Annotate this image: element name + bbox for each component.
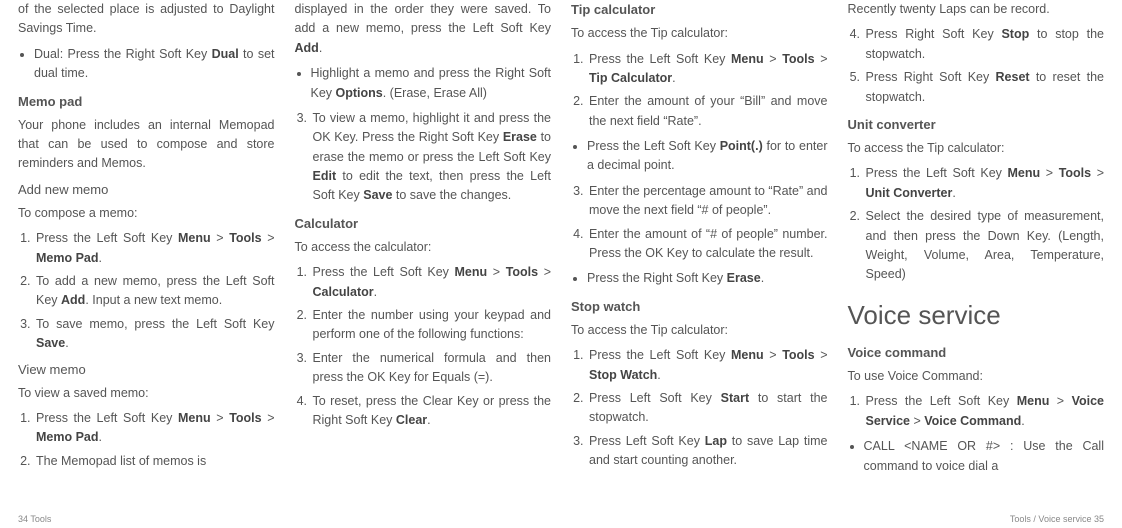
heading-tip-calculator: Tip calculator: [571, 0, 828, 20]
page-number-right: 35: [1094, 514, 1104, 524]
heading-voice-command: Voice command: [848, 343, 1105, 363]
footer-label-left: Tools: [30, 514, 51, 524]
list-item: Enter the percentage amount to “Rate” an…: [587, 182, 828, 221]
heading-voice-service: Voice service: [848, 295, 1105, 335]
list-item: Press the Left Soft Key Menu > Tools > U…: [864, 164, 1105, 203]
list-item: Enter the number using your keypad and p…: [311, 306, 552, 345]
list-item: Highlight a memo and press the Right Sof…: [311, 64, 552, 103]
text-fragment: Recently twenty Laps can be record.: [848, 0, 1105, 19]
list-item: Press the Left Soft Key Menu > Tools > T…: [587, 50, 828, 89]
list-item: To reset, press the Clear Key or press t…: [311, 392, 552, 431]
heading-memo-pad: Memo pad: [18, 92, 275, 112]
paragraph: To access the calculator:: [295, 238, 552, 257]
list-item: Dual: Press the Right Soft Key Dual to s…: [34, 45, 275, 84]
list-item: Select the desired type of measurement, …: [864, 207, 1105, 285]
list-item: To add a new memo, press the Left Soft K…: [34, 272, 275, 311]
paragraph: To access the Tip calculator:: [571, 24, 828, 43]
list-item: The Memopad list of memos is: [34, 452, 275, 471]
page-number-left: 34: [18, 514, 28, 524]
list-item: To save memo, press the Left Soft Key Sa…: [34, 315, 275, 354]
list-item: Press Right Soft Key Reset to reset the …: [864, 68, 1105, 107]
heading-add-memo: Add new memo: [18, 180, 275, 200]
heading-calculator: Calculator: [295, 214, 552, 234]
list-item: Press the Left Soft Key Menu > Tools > M…: [34, 409, 275, 448]
list-item: Press Left Soft Key Lap to save Lap time…: [587, 432, 828, 471]
heading-stop-watch: Stop watch: [571, 297, 828, 317]
footer-left: 34 Tools: [18, 514, 51, 524]
text-fragment: of the selected place is adjusted to Day…: [18, 0, 275, 39]
paragraph: To use Voice Command:: [848, 367, 1105, 386]
text-fragment: displayed in the order they were saved. …: [295, 0, 552, 58]
paragraph: To access the Tip calculator:: [848, 139, 1105, 158]
heading-view-memo: View memo: [18, 360, 275, 380]
column-1: of the selected place is adjusted to Day…: [18, 0, 275, 482]
list-item: Press the Left Soft Key Menu > Tools > C…: [311, 263, 552, 302]
column-4: Recently twenty Laps can be record. Pres…: [848, 0, 1105, 482]
list-item: Enter the numerical formula and then pre…: [311, 349, 552, 388]
heading-unit-converter: Unit converter: [848, 115, 1105, 135]
paragraph: Your phone includes an internal Memopad …: [18, 116, 275, 174]
footer: 34 Tools Tools / Voice service 35: [0, 514, 1122, 524]
page-spread: of the selected place is adjusted to Day…: [0, 0, 1122, 482]
list-item: Press the Left Soft Key Menu > Tools > S…: [587, 346, 828, 385]
list-item: Press the Left Soft Key Menu > Voice Ser…: [864, 392, 1105, 431]
list-item: Press Right Soft Key Stop to stop the st…: [864, 25, 1105, 64]
paragraph: To access the Tip calculator:: [571, 321, 828, 340]
list-item: Enter the amount of your “Bill” and move…: [587, 92, 828, 131]
list-item: To view a memo, highlight it and press t…: [311, 109, 552, 206]
list-item: Enter the amount of “# of people” number…: [587, 225, 828, 264]
list-item: Press the Right Soft Key Erase.: [587, 269, 828, 288]
column-2: displayed in the order they were saved. …: [295, 0, 552, 482]
paragraph: To compose a memo:: [18, 204, 275, 223]
list-item: Press the Left Soft Key Point(.) for to …: [587, 137, 828, 176]
column-3: Tip calculator To access the Tip calcula…: [571, 0, 828, 482]
footer-label-right: Tools / Voice service: [1010, 514, 1092, 524]
list-item: Press the Left Soft Key Menu > Tools > M…: [34, 229, 275, 268]
footer-right: Tools / Voice service 35: [1010, 514, 1104, 524]
paragraph: To view a saved memo:: [18, 384, 275, 403]
list-item: Press Left Soft Key Start to start the s…: [587, 389, 828, 428]
list-item: CALL <NAME OR #> : Use the Call command …: [864, 437, 1105, 476]
